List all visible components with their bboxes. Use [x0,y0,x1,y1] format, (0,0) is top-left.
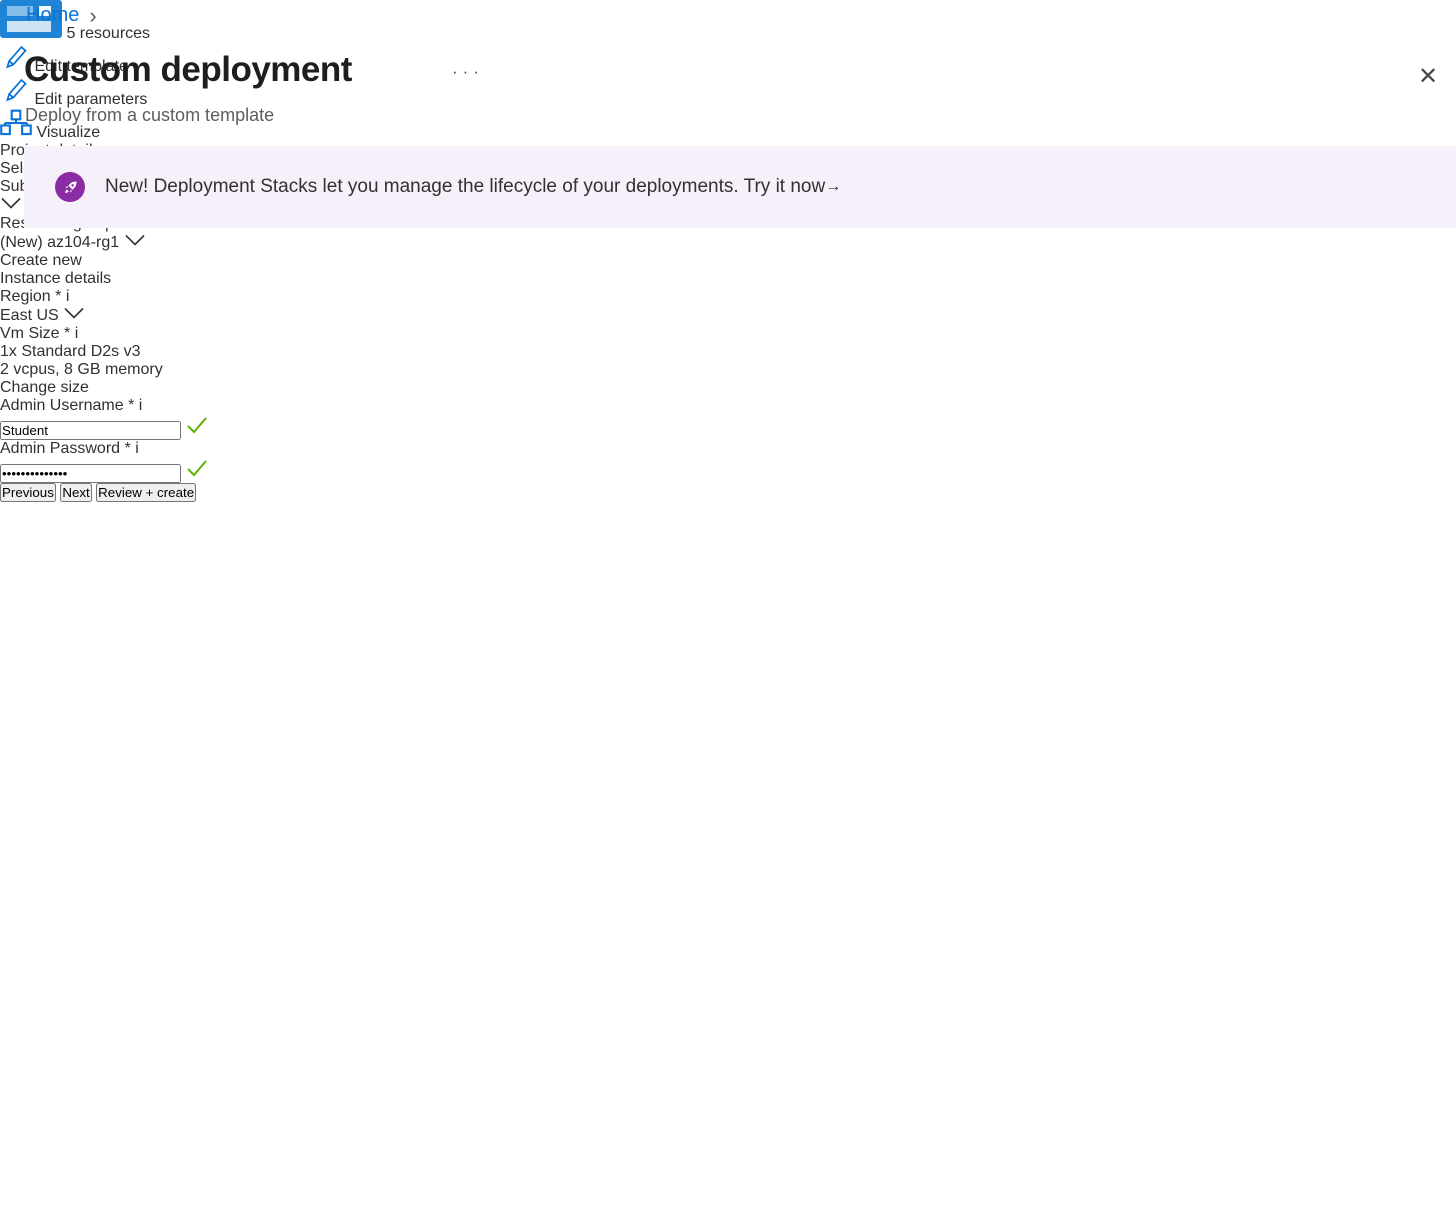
admin-username-label: Admin Username * i [0,397,1456,415]
required-asterisk: * [128,397,134,414]
resource-group-dropdown[interactable]: (New) az104-rg1 [0,233,1456,252]
region-label-text: Region [0,288,51,305]
admin-username-input[interactable] [0,421,181,440]
chevron-down-icon [0,197,22,214]
deployment-stacks-banner[interactable]: New! Deployment Stacks let you manage th… [24,146,1456,228]
title-ellipsis-menu[interactable]: ··· [452,62,484,82]
info-icon[interactable]: i [75,325,79,342]
admin-password-label-text: Admin Password [0,440,120,457]
vm-size-title: 1x Standard D2s v3 [0,343,1456,361]
admin-username-label-text: Admin Username [0,397,124,414]
resource-count-label: 5 resources [66,25,150,42]
template-resources-icon [0,25,66,42]
admin-password-input[interactable] [0,464,181,483]
valid-check-icon [185,422,209,439]
visualize-label: Visualize [36,124,100,141]
vm-size-label-text: Vm Size [0,325,60,342]
vm-size-selection: 1x Standard D2s v3 2 vcpus, 8 GB memory … [0,343,1456,397]
region-label: Region * i [0,288,1456,306]
review-create-button[interactable]: Review + create [96,483,196,502]
chevron-down-icon [124,234,146,251]
info-icon[interactable]: i [66,288,70,305]
admin-password-field-wrap [0,458,1456,483]
required-asterisk: * [64,325,70,342]
admin-username-field-wrap [0,415,1456,440]
previous-button[interactable]: Previous [0,483,56,502]
org-chart-icon [0,124,36,141]
next-button[interactable]: Next [60,483,91,502]
arrow-right-icon: → [825,178,841,196]
vm-size-label: Vm Size * i [0,325,1456,343]
breadcrumb-separator-icon: › [89,6,96,26]
required-asterisk: * [125,440,131,457]
resource-group-value: (New) az104-rg1 [0,234,119,251]
valid-check-icon [185,465,209,482]
breadcrumb: Home › [26,4,97,27]
banner-message: New! Deployment Stacks let you manage th… [105,176,825,198]
close-icon[interactable]: ✕ [1412,60,1444,92]
breadcrumb-home-link[interactable]: Home [26,4,79,27]
page-title: Custom deployment [24,50,352,90]
chevron-down-icon [63,307,85,324]
vm-size-specs: 2 vcpus, 8 GB memory [0,361,1456,379]
admin-password-label: Admin Password * i [0,440,1456,458]
info-icon[interactable]: i [135,440,139,457]
change-size-link[interactable]: Change size [0,379,1456,397]
rocket-icon [55,172,85,202]
page-subtitle: Deploy from a custom template [25,105,274,126]
instance-details-heading: Instance details [0,270,1456,288]
custom-deployment-page: Home › Custom deployment ··· ✕ Deploy fr… [0,0,1456,1219]
create-new-link[interactable]: Create new [0,252,82,269]
region-value: East US [0,307,59,324]
info-icon[interactable]: i [139,397,143,414]
required-asterisk: * [55,288,61,305]
region-dropdown[interactable]: East US [0,306,1456,325]
